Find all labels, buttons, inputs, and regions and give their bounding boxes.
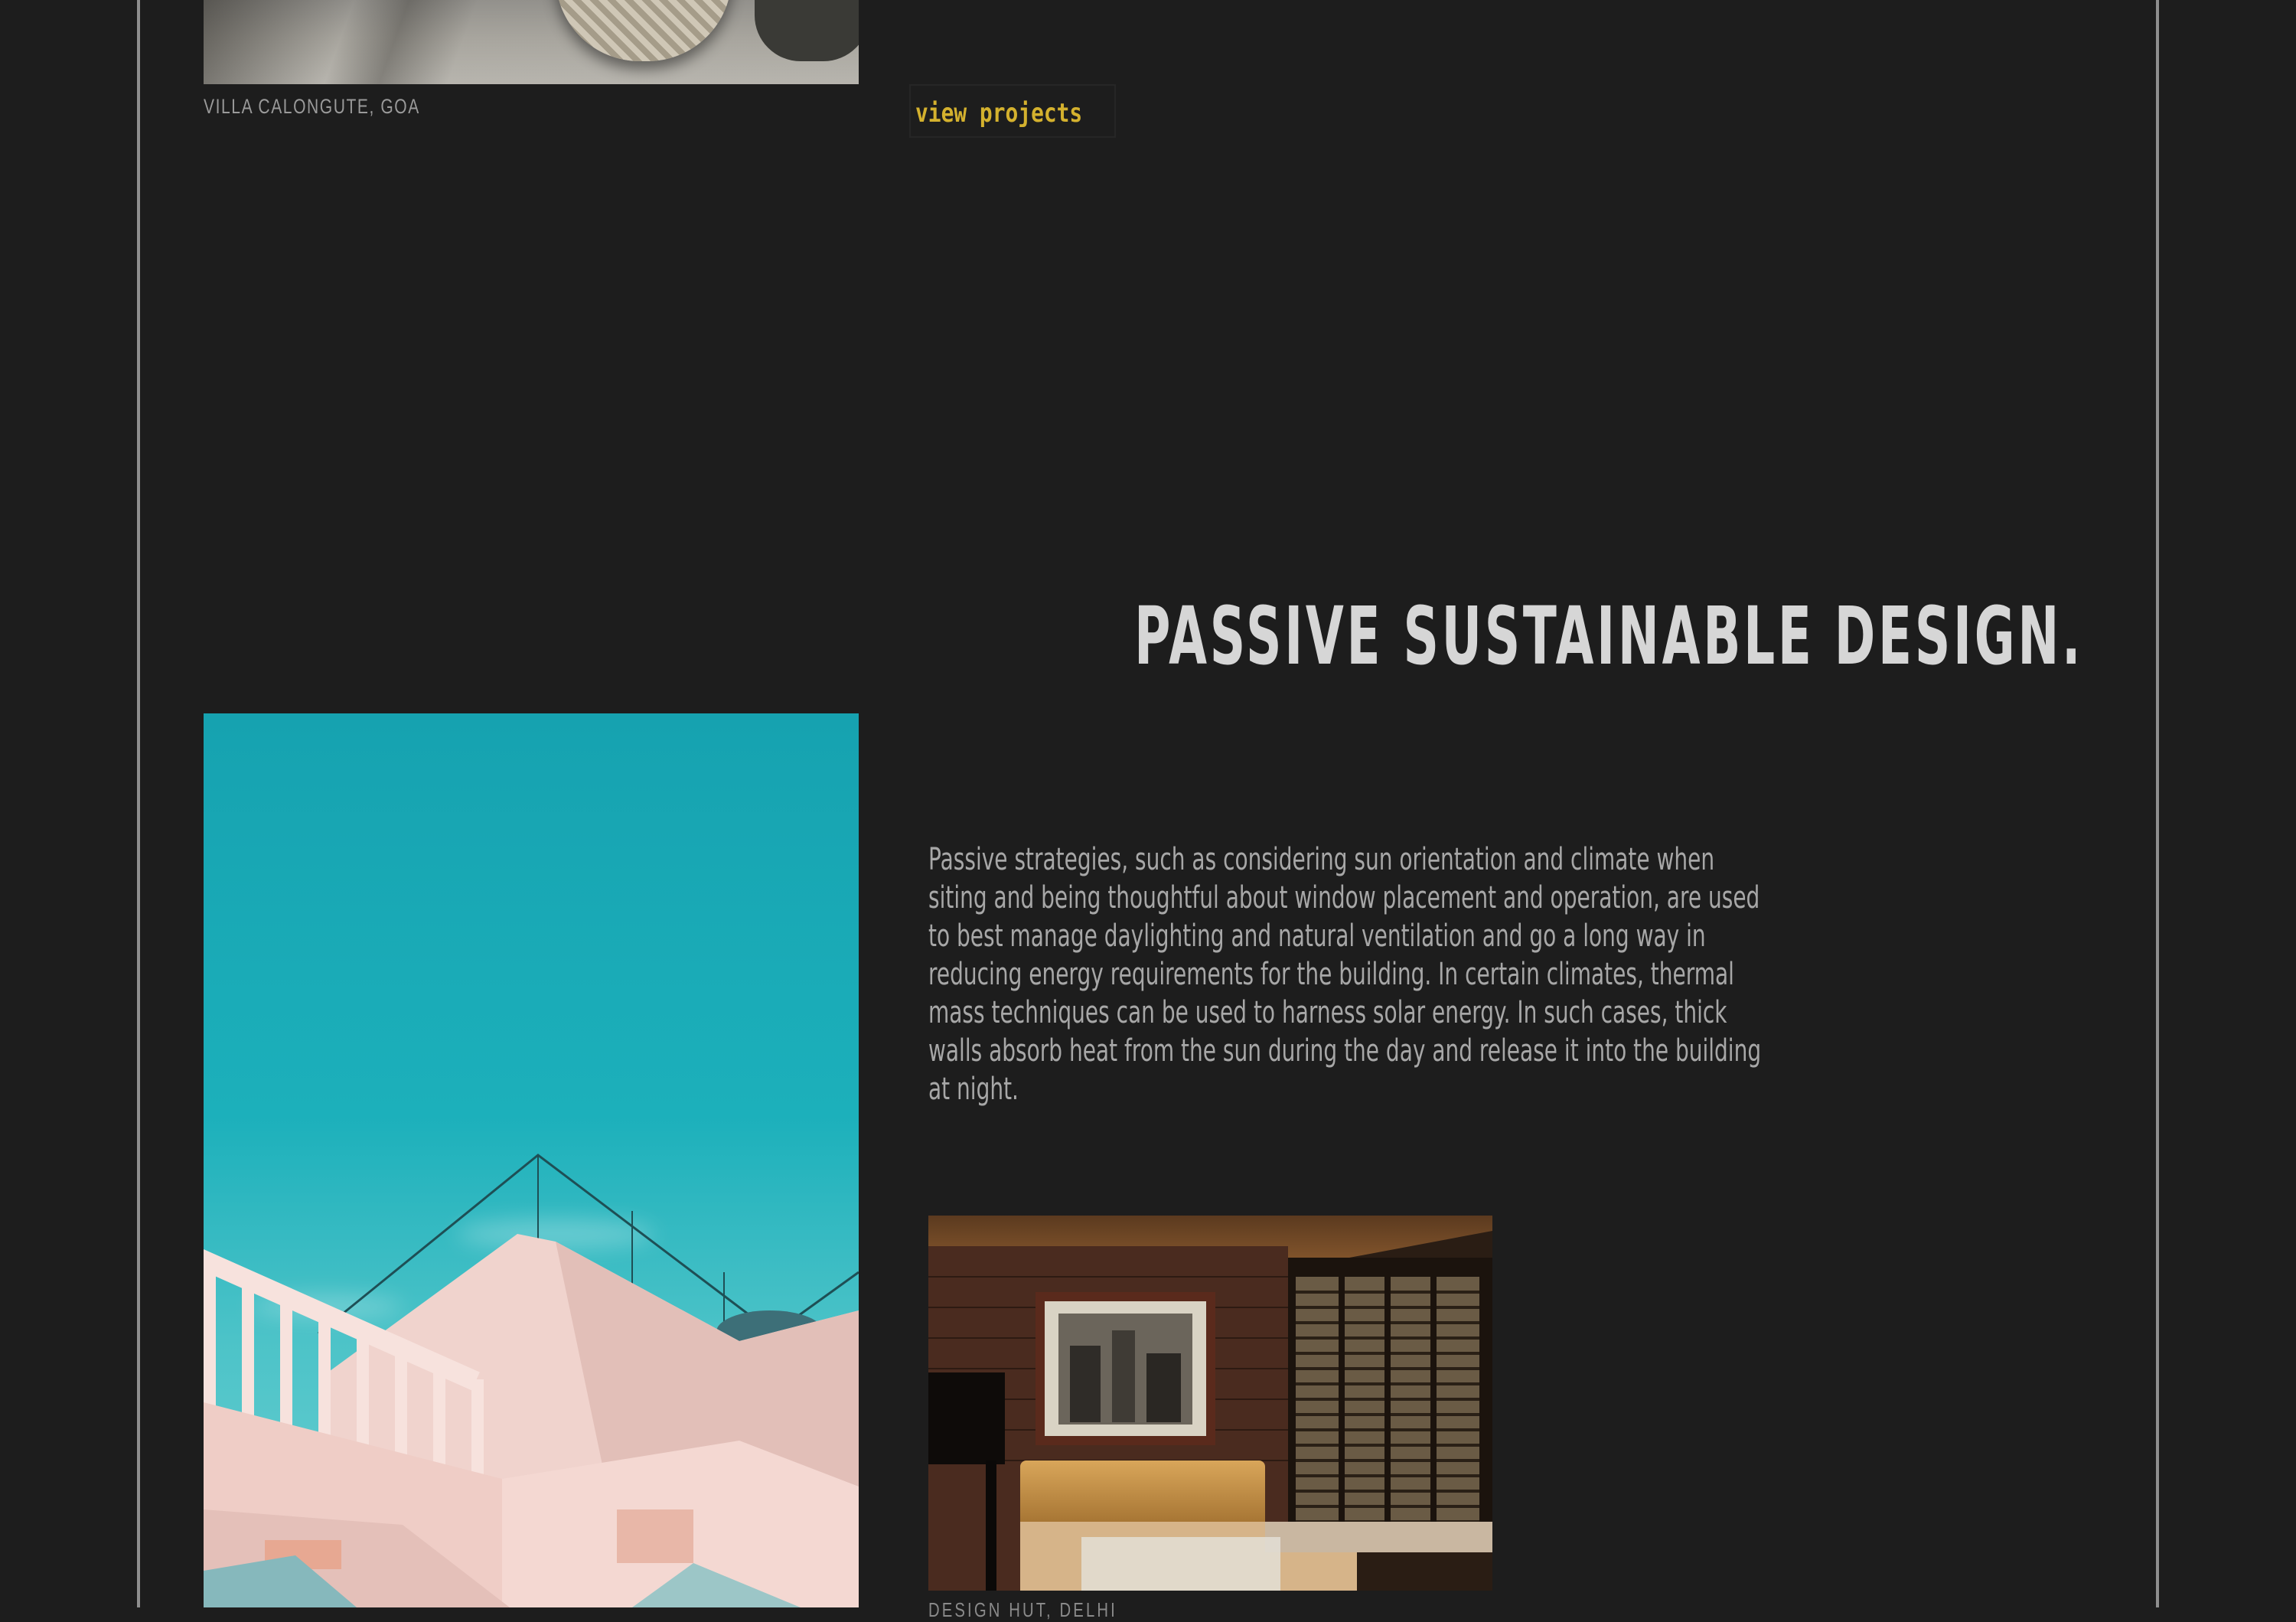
section-headline: PASSIVE SUSTAINABLE DESIGN. bbox=[1133, 589, 2083, 683]
frame-line-left bbox=[137, 0, 140, 1607]
villa-calongute-image[interactable] bbox=[204, 0, 859, 84]
view-projects-label: view projects bbox=[915, 98, 1083, 129]
building-illustration bbox=[204, 1154, 859, 1607]
section-body-text: Passive strategies, such as considering … bbox=[928, 842, 1762, 1107]
frame-line-right bbox=[2156, 0, 2159, 1607]
design-hut-interior-image[interactable] bbox=[928, 1216, 1492, 1591]
featured-caption: DESIGN HUT, DELHI bbox=[928, 1598, 1117, 1621]
interior-illustration bbox=[928, 1216, 1492, 1591]
view-projects-button[interactable]: view projects bbox=[909, 84, 1116, 138]
project-caption: VILLA CALONGUTE, GOA bbox=[204, 95, 420, 118]
white-building-sky-image[interactable] bbox=[204, 713, 859, 1607]
